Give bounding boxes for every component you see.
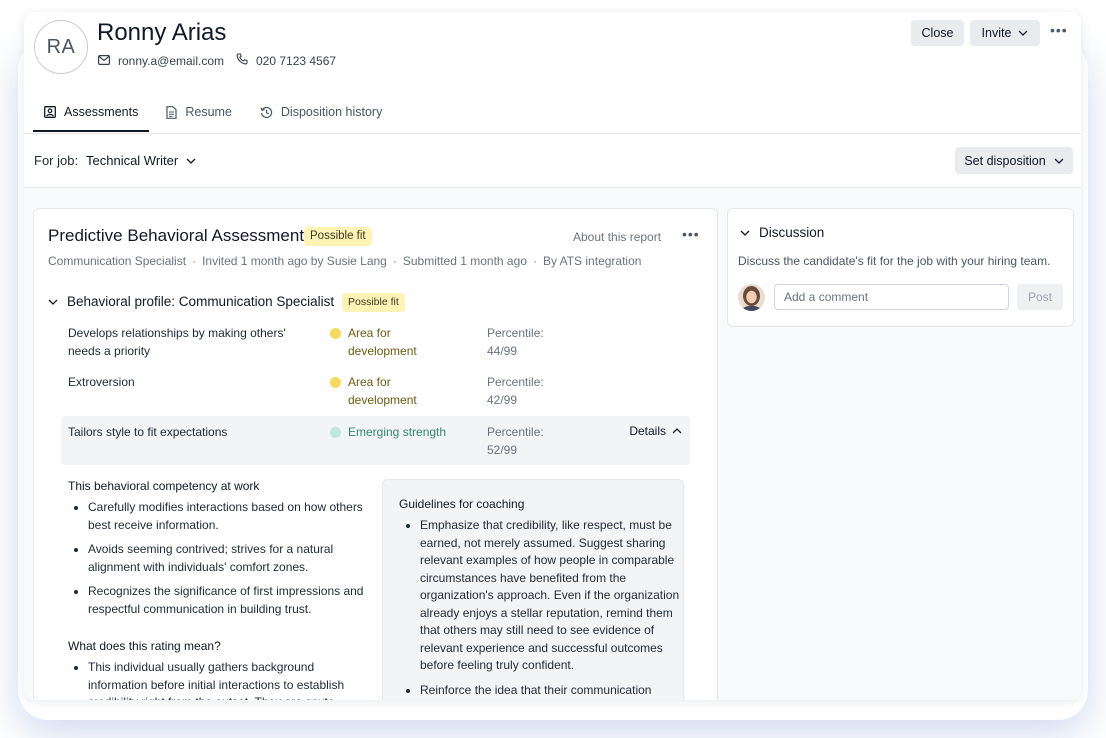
- tab-disposition-history[interactable]: Disposition history: [249, 94, 393, 130]
- profile-toggle[interactable]: Behavioral profile: Communication Specia…: [48, 294, 334, 309]
- job-label: For job:: [34, 153, 79, 168]
- chevron-down-icon: [1054, 158, 1064, 164]
- percentile-label: Percentile:: [487, 375, 544, 389]
- percentile-value: 44/99: [487, 343, 518, 358]
- candidate-email[interactable]: ronny.a@email.com: [118, 54, 224, 68]
- avatar: RA: [34, 20, 88, 74]
- tab-label: Disposition history: [280, 105, 383, 119]
- job-name: Technical Writer: [86, 153, 179, 168]
- rating-dot-icon: [330, 427, 341, 438]
- tab-label: Resume: [185, 105, 232, 119]
- close-button[interactable]: Close: [911, 20, 964, 46]
- details-toggle[interactable]: Details: [629, 424, 682, 438]
- trait-percentile: Percentile: 52/99: [487, 424, 567, 459]
- trait-name: Extroversion: [68, 375, 135, 389]
- job-selector[interactable]: Technical Writer: [86, 153, 196, 168]
- discussion-toggle[interactable]: Discussion: [740, 225, 824, 240]
- role-link[interactable]: Communication Specialist: [48, 254, 186, 268]
- set-disposition-label: Set disposition: [964, 153, 1046, 168]
- list-item: This individual usually gathers backgrou…: [88, 659, 364, 700]
- chevron-down-icon: [48, 299, 58, 305]
- source-text: By ATS integration: [542, 254, 642, 268]
- trait-rating: Area for development: [348, 375, 417, 407]
- trait-rating: Emerging strength: [348, 425, 447, 439]
- details-label: Details: [629, 424, 666, 438]
- list-item: Emphasize that credibility, like respect…: [420, 517, 686, 675]
- trait-row-expanded[interactable]: Tailors style to fit expectations Emergi…: [61, 416, 690, 465]
- candidate-phone[interactable]: 020 7123 4567: [256, 54, 336, 68]
- candidate-profile-card: RA Ronny Arias ronny.a@email.com 020 712…: [24, 12, 1081, 700]
- chevron-down-icon: [186, 158, 196, 164]
- invited-text: Invited 1 month ago by Susie Lang: [202, 254, 387, 268]
- job-bar: For job: Technical Writer Set dispositio…: [24, 134, 1081, 188]
- phone-icon: [236, 53, 250, 68]
- coaching-heading: Guidelines for coaching: [399, 497, 525, 511]
- list-item: Carefully modifies interactions based on…: [88, 499, 364, 534]
- assessment-more-icon[interactable]: •••: [682, 226, 700, 242]
- tab-label: Assessments: [64, 105, 139, 119]
- chevron-down-icon: [1018, 30, 1028, 36]
- tab-assessments[interactable]: Assessments: [33, 94, 150, 132]
- rating-dot-icon: [330, 377, 341, 388]
- trait-percentile: Percentile: 42/99: [487, 374, 567, 409]
- tab-bar: Assessments Resume Disposition history: [33, 94, 399, 134]
- document-icon: [166, 105, 177, 119]
- percentile-label: Percentile:: [487, 425, 544, 439]
- contact-info: ronny.a@email.com 020 7123 4567: [98, 53, 336, 68]
- coaching-guidelines: Guidelines for coaching Emphasize that c…: [382, 479, 684, 700]
- comment-input[interactable]: [774, 284, 1009, 310]
- invite-button[interactable]: Invite: [970, 20, 1040, 46]
- percentile-label: Percentile:: [487, 326, 544, 340]
- list-item: Recognizes the significance of first imp…: [88, 583, 364, 618]
- list-item: Avoids seeming contrived; strives for a …: [88, 541, 364, 576]
- trait-rating: Area for development: [348, 326, 417, 358]
- profile-fit-badge: Possible fit: [342, 293, 405, 312]
- mail-icon: [98, 54, 112, 68]
- percentile-value: 52/99: [487, 442, 518, 457]
- fit-badge: Possible fit: [304, 227, 372, 246]
- candidate-name: Ronny Arias: [97, 19, 227, 46]
- tab-resume[interactable]: Resume: [155, 94, 243, 130]
- invite-label: Invite: [981, 26, 1012, 40]
- trait-row: Develops relationships by making others'…: [61, 325, 690, 365]
- assessment-title: Predictive Behavioral Assessment: [48, 226, 305, 245]
- competency-list: Carefully modifies interactions based on…: [68, 499, 364, 625]
- chevron-down-icon: [740, 230, 750, 236]
- assessment-icon: [44, 106, 56, 118]
- discussion-title: Discussion: [759, 225, 825, 240]
- submitted-text: Submitted 1 month ago: [402, 254, 527, 268]
- trait-percentile: Percentile: 44/99: [487, 325, 567, 360]
- profile-title: Behavioral profile: Communication Specia…: [67, 294, 335, 309]
- chevron-up-icon: [672, 428, 682, 434]
- percentile-value: 42/99: [487, 392, 518, 407]
- assessment-panel: Predictive Behavioral Assessment Possibl…: [33, 208, 718, 700]
- user-avatar: [738, 284, 765, 311]
- assessment-meta: Communication Specialist · Invited 1 mon…: [48, 254, 642, 268]
- post-button[interactable]: Post: [1017, 284, 1063, 310]
- list-item: Reinforce the idea that their communicat…: [420, 682, 686, 700]
- rating-meaning-list: This individual usually gathers backgrou…: [68, 659, 364, 700]
- rating-meaning-heading: What does this rating mean?: [68, 639, 221, 653]
- discussion-subtitle: Discuss the candidate's fit for the job …: [738, 254, 1051, 268]
- coaching-list: Emphasize that credibility, like respect…: [400, 517, 686, 700]
- more-options-icon[interactable]: •••: [1050, 22, 1068, 38]
- history-icon: [260, 106, 273, 119]
- trait-row: Extroversion Area for development Percen…: [61, 374, 690, 414]
- discussion-panel: Discussion Discuss the candidate's fit f…: [727, 208, 1074, 327]
- trait-name: Develops relationships by making others'…: [68, 326, 286, 358]
- rating-dot-icon: [330, 328, 341, 339]
- set-disposition-button[interactable]: Set disposition: [955, 147, 1073, 174]
- trait-name: Tailors style to fit expectations: [68, 425, 228, 439]
- about-report-link[interactable]: About this report: [573, 230, 661, 244]
- competency-heading: This behavioral competency at work: [68, 479, 260, 493]
